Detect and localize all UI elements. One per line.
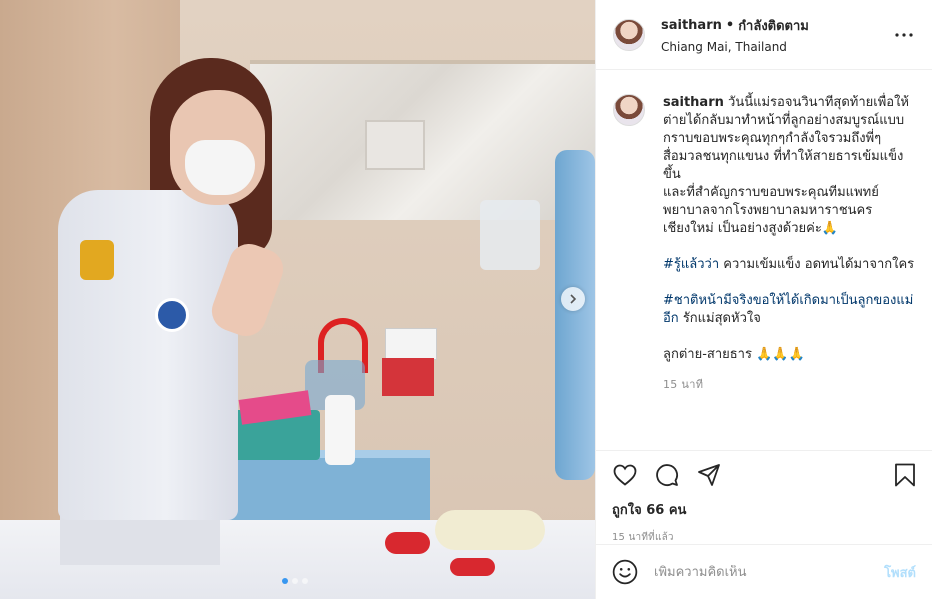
image-outlet-panel (365, 120, 425, 170)
caption-line: กราบขอบพระคุณทุกๆกำลังใจรวมถึงพี่ๆสื่อมว… (663, 131, 904, 182)
caption-username[interactable]: saitharn (663, 95, 724, 110)
post-comment-button[interactable]: โพสต์ (884, 562, 916, 583)
likes-count[interactable]: ถูกใจ 66 คน (612, 499, 918, 520)
more-horizontal-icon (895, 32, 913, 37)
caption-paragraph: #รู้แล้วว่า ความเข้มแข็ง อดทนได้มาจากใคร (663, 256, 916, 274)
more-options-button[interactable] (892, 23, 916, 47)
add-comment-bar: โพสต์ (596, 544, 932, 599)
post-header-text: saitharn • กำลังติดตาม Chiang Mai, Thail… (661, 15, 892, 54)
caption-line: และที่สำคัญกราบขอบพระคุณทีมแพทย์พยาบาลจา… (663, 185, 879, 236)
separator-dot: • (725, 18, 735, 33)
next-slide-button[interactable] (561, 287, 585, 311)
action-bar: ถูกใจ 66 คน 15 นาทีที่แล้ว (596, 450, 932, 545)
image-white-box (385, 328, 437, 360)
caption-paragraph: #ชาติหน้ามีจริงขอให้ได้เกิดมาเป็นลูกของแ… (663, 292, 916, 328)
carousel-dot-active (282, 578, 288, 584)
caption-line: ความเข้มแข็ง อดทนได้มาจากใคร (719, 257, 915, 272)
image-person-mask (185, 140, 255, 195)
image-rose (385, 532, 430, 554)
chevron-right-icon (570, 294, 577, 304)
carousel-dot (292, 578, 298, 584)
post-image[interactable] (0, 0, 595, 599)
image-chest-badge (155, 298, 189, 332)
carousel-dot (302, 578, 308, 584)
image-rose (450, 558, 495, 576)
image-oxygen-cylinder (555, 150, 595, 480)
emoji-icon[interactable] (612, 559, 638, 585)
image-iv-bag (480, 200, 540, 270)
post-header: saitharn • กำลังติดตาม Chiang Mai, Thail… (596, 0, 932, 70)
caption-timestamp: 15 นาที (663, 378, 704, 391)
post-timestamp[interactable]: 15 นาทีที่แล้ว (612, 530, 918, 545)
bookmark-icon (895, 463, 915, 487)
avatar[interactable] (613, 94, 645, 126)
image-garland (435, 510, 545, 550)
heart-icon (613, 464, 637, 486)
following-button[interactable]: กำลังติดตาม (738, 15, 809, 36)
caption-paragraph: saitharn วันนี้แม่รอจนวินาทีสุดท้ายเพื่อ… (663, 94, 916, 130)
comment-input[interactable] (654, 564, 885, 580)
image-red-box (382, 358, 434, 396)
location-link[interactable]: Chiang Mai, Thailand (661, 40, 892, 54)
like-button[interactable] (612, 462, 638, 488)
comment-icon (656, 464, 678, 486)
image-bottle (325, 395, 355, 465)
caption-block: saitharn วันนี้แม่รอจนวินาทีสุดท้ายเพื่อ… (613, 94, 916, 394)
header-line: saitharn • กำลังติดตาม (661, 15, 892, 36)
caption-text: saitharn วันนี้แม่รอจนวินาทีสุดท้ายเพื่อ… (663, 94, 916, 394)
caption-line: รักแม่สุดหัวใจ (678, 311, 761, 326)
hashtag-link[interactable]: #รู้แล้วว่า (663, 257, 719, 272)
username-link[interactable]: saitharn (661, 18, 722, 33)
post-side-panel: saitharn • กำลังติดตาม Chiang Mai, Thail… (595, 0, 932, 599)
comment-button[interactable] (654, 462, 680, 488)
avatar[interactable] (613, 18, 645, 51)
share-button[interactable] (696, 462, 722, 488)
carousel-dots (282, 578, 308, 584)
save-button[interactable] (892, 462, 918, 488)
caption-signoff: ลูกต่าย-สายธาร 🙏🙏🙏 (663, 347, 805, 362)
action-row (612, 461, 918, 489)
image-shoulder-badge (80, 240, 114, 280)
send-icon (698, 464, 720, 486)
